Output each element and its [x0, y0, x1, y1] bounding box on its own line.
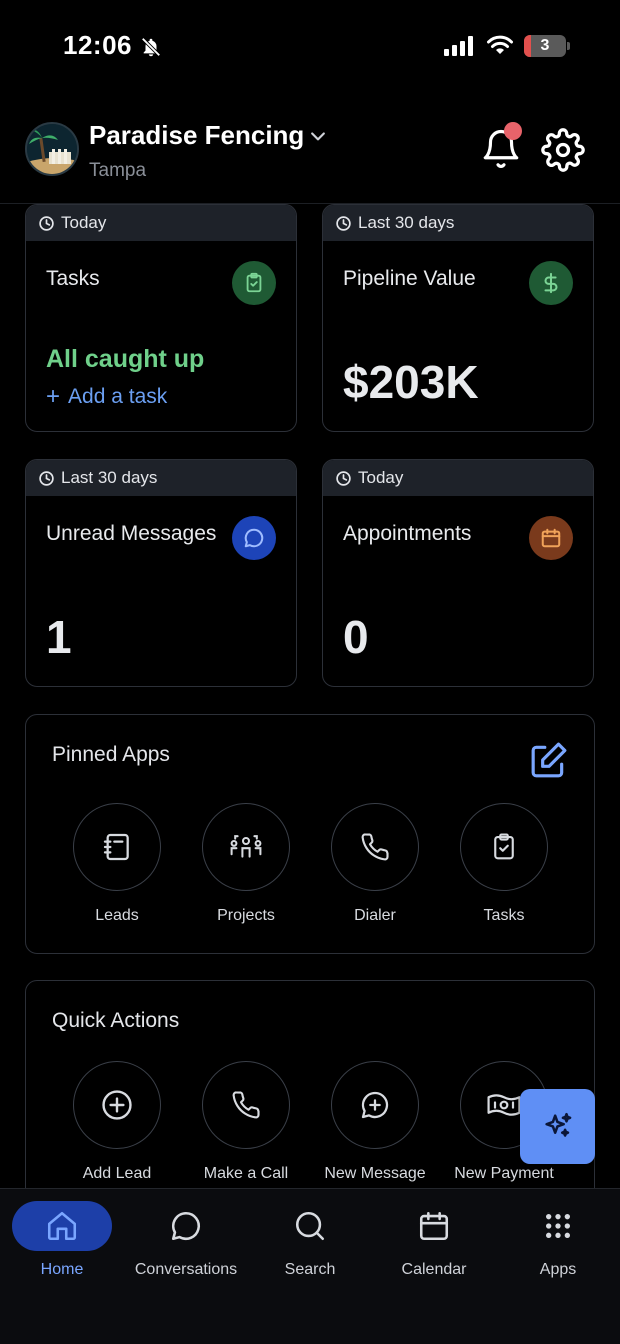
bottom-navigation: Home Conversations Search Calendar Apps [0, 1188, 620, 1344]
card-title: Appointments [343, 522, 472, 545]
company-name[interactable]: Paradise Fencing [89, 120, 304, 151]
app-label: Tasks [483, 907, 525, 924]
pipeline-value: $203K [343, 356, 479, 408]
clock-icon [336, 470, 351, 486]
pinned-app-projects[interactable]: Projects [181, 803, 311, 925]
card-period-label: Today [358, 468, 404, 487]
clock-icon [39, 470, 54, 486]
phone-icon [202, 1061, 290, 1149]
quick-actions-title: Quick Actions [52, 1009, 180, 1032]
clock-icon [39, 215, 54, 231]
app-label: Projects [217, 907, 275, 924]
quick-action-new-message[interactable]: New Message [310, 1061, 440, 1183]
plus-circle-icon [73, 1061, 161, 1149]
card-period: Last 30 days [26, 460, 296, 496]
pinned-app-leads[interactable]: Leads [52, 803, 182, 925]
card-period-label: Today [61, 213, 107, 232]
pinned-app-dialer[interactable]: Dialer [310, 803, 440, 925]
card-period-label: Last 30 days [358, 213, 455, 232]
clipboard-check-icon [232, 261, 276, 305]
ai-assistant-button[interactable] [520, 1089, 595, 1164]
clock-icon [336, 215, 351, 231]
calendar-icon [384, 1201, 484, 1251]
chevron-down-icon[interactable] [308, 126, 328, 146]
search-icon [260, 1201, 360, 1251]
phone-icon [331, 803, 419, 891]
palm-tree-logo-icon [27, 124, 77, 174]
calendar-icon [529, 516, 573, 560]
nav-label: Calendar [401, 1261, 467, 1278]
gear-icon[interactable] [541, 128, 585, 172]
grid-icon [508, 1201, 608, 1251]
nav-home[interactable]: Home [0, 1201, 124, 1279]
bell-off-icon [141, 37, 161, 57]
chat-bubble-icon [136, 1201, 236, 1251]
card-title: Unread Messages [46, 522, 217, 545]
action-label: New Message [324, 1165, 426, 1182]
card-period: Today [26, 205, 296, 241]
team-icon [202, 803, 290, 891]
clipboard-check-icon [460, 803, 548, 891]
nav-label: Search [284, 1261, 336, 1278]
pinned-app-tasks[interactable]: Tasks [439, 803, 569, 925]
quick-action-add-lead[interactable]: Add Lead [52, 1061, 182, 1183]
card-period: Today [323, 460, 593, 496]
sparkles-icon [544, 1112, 571, 1137]
status-bar: 12:06 3 [0, 0, 620, 92]
message-plus-icon [331, 1061, 419, 1149]
company-avatar[interactable] [25, 122, 79, 176]
chat-bubble-icon [232, 516, 276, 560]
home-icon [12, 1201, 112, 1251]
quick-action-make-call[interactable]: Make a Call [181, 1061, 311, 1183]
battery-level: 3 [540, 37, 550, 54]
unread-count: 1 [46, 611, 72, 663]
pinned-apps-title: Pinned Apps [52, 743, 170, 766]
add-task-label: Add a task [68, 385, 168, 408]
card-title: Pipeline Value [343, 267, 476, 290]
dollar-icon [529, 261, 573, 305]
nav-label: Conversations [134, 1261, 238, 1278]
tasks-status: All caught up [46, 345, 205, 373]
quick-actions-panel: Quick Actions Add Lead Make a Call New M… [25, 980, 595, 1220]
tasks-card[interactable]: Today Tasks All caught up + Add a task [25, 204, 297, 432]
notification-badge [504, 122, 522, 140]
app-label: Dialer [354, 907, 396, 924]
action-label: New Payment [454, 1165, 554, 1182]
nav-label: Home [40, 1261, 84, 1278]
status-time: 12:06 [63, 30, 132, 60]
action-label: Add Lead [82, 1165, 152, 1182]
nav-label: Apps [539, 1261, 577, 1278]
wifi-icon [487, 35, 513, 54]
battery-nub [567, 42, 570, 50]
cellular-signal-icon [444, 36, 473, 56]
nav-search[interactable]: Search [248, 1201, 372, 1279]
nav-conversations[interactable]: Conversations [124, 1201, 248, 1279]
appointments-count: 0 [343, 611, 369, 663]
card-period: Last 30 days [323, 205, 593, 241]
appointments-card[interactable]: Today Appointments 0 [322, 459, 594, 687]
pinned-apps-panel: Pinned Apps Leads Projects Dialer Tasks [25, 714, 595, 954]
battery-icon: 3 [524, 35, 566, 57]
edit-icon[interactable] [530, 741, 568, 779]
company-location: Tampa [89, 160, 147, 181]
plus-icon: + [46, 383, 61, 410]
app-header: Paradise Fencing Tampa [0, 92, 620, 204]
notebook-icon [73, 803, 161, 891]
action-label: Make a Call [203, 1165, 289, 1182]
nav-calendar[interactable]: Calendar [372, 1201, 496, 1279]
card-title: Tasks [46, 267, 100, 290]
card-period-label: Last 30 days [61, 468, 158, 487]
app-label: Leads [95, 907, 139, 924]
pipeline-value-card[interactable]: Last 30 days Pipeline Value $203K [322, 204, 594, 432]
add-task-link[interactable]: + Add a task [46, 385, 167, 409]
nav-apps[interactable]: Apps [496, 1201, 620, 1279]
unread-messages-card[interactable]: Last 30 days Unread Messages 1 [25, 459, 297, 687]
